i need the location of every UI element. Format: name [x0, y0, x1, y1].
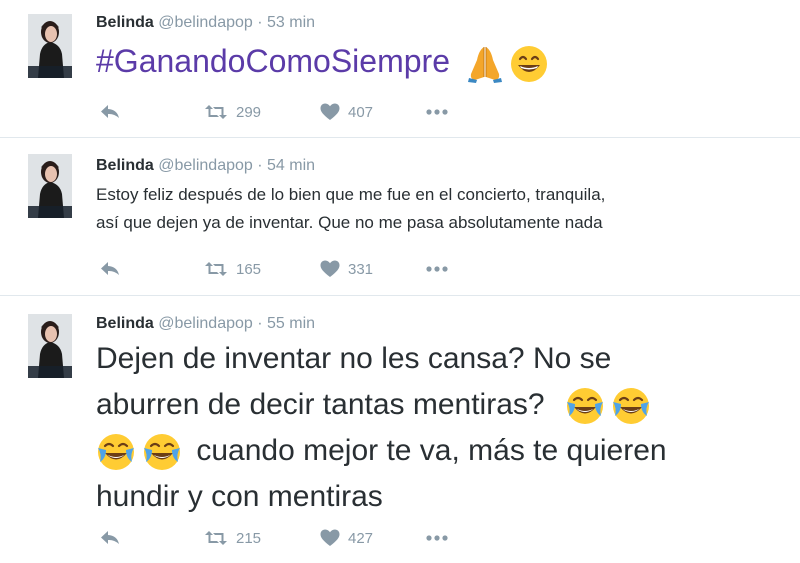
heart-icon	[320, 103, 340, 121]
tweet-text: #GanandoComoSiempre	[96, 40, 549, 84]
hashtag-link[interactable]: #GanandoComoSiempre	[96, 43, 450, 79]
like-button[interactable]: 427	[320, 528, 373, 548]
tweet-text-line: Estoy feliz después de lo bien que me fu…	[96, 185, 606, 204]
author-handle[interactable]: @belindapop	[158, 157, 253, 174]
tweet-3[interactable]: Belinda @belindapop · 55 min Dejen de in…	[0, 296, 800, 563]
timestamp[interactable]: 54 min	[267, 157, 315, 174]
grinning-face-emoji	[509, 44, 549, 84]
tweet-1[interactable]: Belinda @belindapop · 53 min #GanandoCom…	[0, 0, 800, 137]
folded-hands-emoji	[465, 44, 505, 84]
tweet-header: Belinda @belindapop · 55 min	[96, 314, 315, 334]
more-button[interactable]	[426, 102, 448, 122]
like-count: 407	[348, 103, 374, 121]
more-icon	[426, 109, 448, 115]
like-count: 427	[348, 529, 374, 547]
tweet-text-line: hundir y con mentiras	[96, 480, 383, 513]
like-button[interactable]: 407	[320, 102, 373, 122]
tears-of-joy-emoji	[565, 386, 605, 426]
more-button[interactable]	[426, 528, 448, 548]
tweet-actions: 299 407	[96, 102, 516, 122]
separator: ·	[257, 315, 263, 332]
tears-of-joy-emoji	[96, 432, 136, 472]
retweet-count: 165	[236, 260, 262, 278]
reply-icon	[100, 261, 120, 277]
tweet-text-line: así que dejen ya de inventar. Que no me …	[96, 213, 603, 232]
avatar[interactable]	[28, 154, 72, 218]
tweet-actions: 165 331	[96, 259, 516, 279]
retweet-icon	[204, 530, 228, 546]
retweet-count: 299	[236, 103, 262, 121]
tweet-actions: 215 427	[96, 528, 516, 548]
author-name[interactable]: Belinda	[96, 14, 154, 31]
more-icon	[426, 266, 448, 272]
reply-icon	[100, 104, 120, 120]
author-handle[interactable]: @belindapop	[158, 315, 253, 332]
reply-icon	[100, 530, 120, 546]
tweet-text-fragment: aburren de decir tantas mentiras?	[96, 388, 545, 421]
tweet-2[interactable]: Belinda @belindapop · 54 min Estoy feliz…	[0, 138, 800, 295]
more-icon	[426, 535, 448, 541]
retweet-button[interactable]: 215	[204, 528, 261, 548]
retweet-icon	[204, 104, 228, 120]
avatar[interactable]	[28, 14, 72, 78]
like-button[interactable]: 331	[320, 259, 373, 279]
author-handle[interactable]: @belindapop	[158, 14, 253, 31]
tweet-header: Belinda @belindapop · 53 min	[96, 13, 315, 33]
more-button[interactable]	[426, 259, 448, 279]
reply-button[interactable]	[100, 528, 120, 548]
tweet-text-line: cuando mejor te va, más te quieren	[96, 428, 667, 474]
tweet-text-fragment: cuando mejor te va, más te quieren	[196, 434, 667, 467]
separator: ·	[257, 14, 263, 31]
retweet-button[interactable]: 299	[204, 102, 261, 122]
retweet-icon	[204, 261, 228, 277]
tears-of-joy-emoji	[142, 432, 182, 472]
heart-icon	[320, 260, 340, 278]
timestamp[interactable]: 53 min	[267, 14, 315, 31]
tweet-text-line: aburren de decir tantas mentiras?	[96, 382, 667, 428]
tweet-text: Estoy feliz después de lo bien que me fu…	[96, 181, 605, 237]
timestamp[interactable]: 55 min	[267, 315, 315, 332]
heart-icon	[320, 529, 340, 547]
tweet-header: Belinda @belindapop · 54 min	[96, 156, 315, 176]
tweet-text: Dejen de inventar no les cansa? No se ab…	[96, 336, 667, 520]
reply-button[interactable]	[100, 102, 120, 122]
retweet-button[interactable]: 165	[204, 259, 261, 279]
tweet-text-line: Dejen de inventar no les cansa? No se	[96, 342, 612, 375]
like-count: 331	[348, 260, 374, 278]
reply-button[interactable]	[100, 259, 120, 279]
tears-of-joy-emoji	[611, 386, 651, 426]
avatar[interactable]	[28, 314, 72, 378]
retweet-count: 215	[236, 529, 262, 547]
author-name[interactable]: Belinda	[96, 315, 154, 332]
separator: ·	[257, 157, 263, 174]
author-name[interactable]: Belinda	[96, 157, 154, 174]
